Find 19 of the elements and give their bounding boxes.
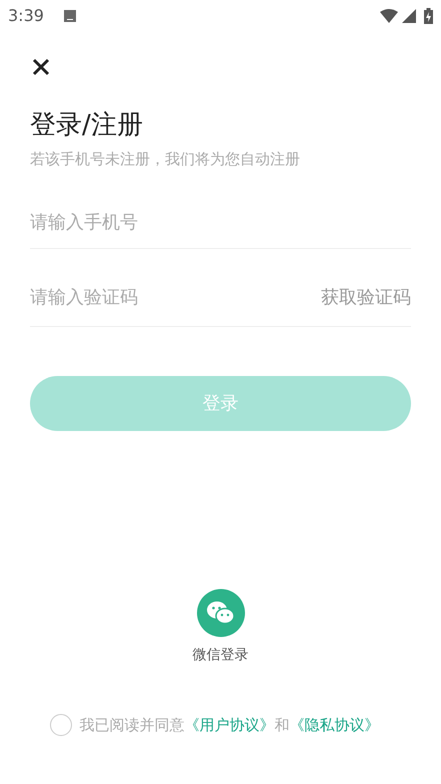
agreement-link[interactable]: 《用户协议》 — [184, 714, 274, 736]
keyboard-icon — [64, 10, 76, 22]
agreement-link[interactable]: 《隐私协议》 — [290, 714, 380, 736]
close-button[interactable] — [30, 56, 52, 78]
battery-icon — [424, 8, 433, 24]
status-time: 3:39 — [8, 5, 44, 27]
wechat-login-label: 微信登录 — [192, 646, 248, 664]
wifi-icon — [380, 9, 398, 23]
close-icon — [32, 58, 50, 76]
signal-icon — [402, 9, 416, 23]
conjunction-text: 和 — [274, 714, 290, 736]
subtitle: 若该手机号未注册，我们将为您自动注册 — [30, 149, 301, 170]
agreement-text: 我已阅读并同意 — [80, 714, 184, 736]
phone-input-field[interactable]: 请输入手机号 — [30, 196, 411, 248]
chat-bubbles-icon — [206, 600, 236, 626]
agreement-checkbox[interactable] — [50, 714, 72, 736]
get-code-link[interactable]: 获取验证码 — [321, 284, 411, 310]
code-input-field[interactable]: 请输入验证码 获取验证码 — [30, 268, 411, 326]
page-title: 登录/注册 — [30, 109, 144, 142]
